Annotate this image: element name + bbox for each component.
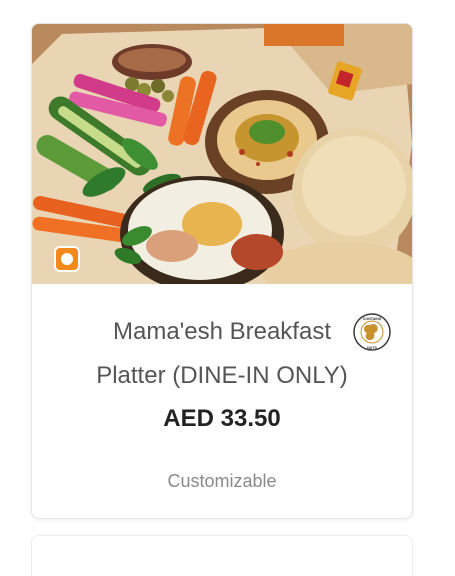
veg-indicator-dot xyxy=(61,253,73,265)
peanut-icon: CONTAINS NUTS xyxy=(353,313,391,351)
contains-nuts-badge: CONTAINS NUTS xyxy=(352,312,392,352)
product-price: AED 33.50 xyxy=(163,405,281,432)
product-card[interactable]: Mama'esh Breakfast Platter (DINE-IN ONLY… xyxy=(31,23,413,519)
product-image[interactable] xyxy=(32,24,412,284)
product-title-line2: Platter (DINE-IN ONLY) xyxy=(96,362,348,389)
next-product-card[interactable] xyxy=(31,535,413,576)
badge-label-top: CONTAINS xyxy=(363,317,382,321)
breakfast-platter-illustration xyxy=(32,24,412,284)
badge-label-bottom: NUTS xyxy=(367,346,377,350)
veg-indicator-icon xyxy=(54,246,80,272)
customizable-label[interactable]: Customizable xyxy=(32,471,412,492)
